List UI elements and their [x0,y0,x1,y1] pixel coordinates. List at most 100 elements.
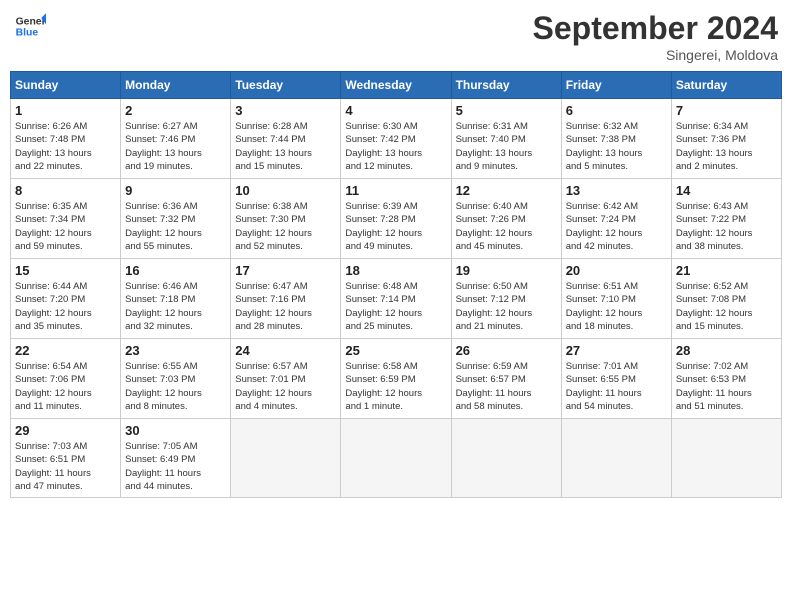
calendar-cell: 29 Sunrise: 7:03 AM Sunset: 6:51 PM Dayli… [11,419,121,498]
calendar-week-row: 22Sunrise: 6:54 AM Sunset: 7:06 PM Dayli… [11,339,782,419]
calendar-cell [231,419,341,498]
calendar-week-row: 1Sunrise: 6:26 AM Sunset: 7:48 PM Daylig… [11,99,782,179]
calendar-cell: 21 Sunrise: 6:52 AM Sunset: 7:08 PM Dayli… [671,259,781,339]
day-info: Sunrise: 6:47 AM Sunset: 7:16 PM Dayligh… [235,280,336,333]
day-info: Sunrise: 6:28 AM Sunset: 7:44 PM Dayligh… [235,120,336,173]
calendar-cell: 25Sunrise: 6:58 AM Sunset: 6:59 PM Dayli… [341,339,451,419]
day-number: 18 [345,263,446,278]
day-number: 21 [676,263,777,278]
day-info: Sunrise: 7:05 AM Sunset: 6:49 PM Dayligh… [125,440,226,493]
calendar-cell: 14 Sunrise: 6:43 AM Sunset: 7:22 PM Dayli… [671,179,781,259]
day-info: Sunrise: 6:27 AM Sunset: 7:46 PM Dayligh… [125,120,226,173]
calendar-cell: 17 Sunrise: 6:47 AM Sunset: 7:16 PM Dayli… [231,259,341,339]
weekday-header-friday: Friday [561,72,671,99]
calendar-cell [561,419,671,498]
day-info: Sunrise: 6:42 AM Sunset: 7:24 PM Dayligh… [566,200,667,253]
calendar-cell: 28 Sunrise: 7:02 AM Sunset: 6:53 PM Dayli… [671,339,781,419]
day-number: 19 [456,263,557,278]
day-number: 22 [15,343,116,358]
calendar-cell [671,419,781,498]
calendar-cell: 2 Sunrise: 6:27 AM Sunset: 7:46 PM Daylig… [121,99,231,179]
logo: General Blue General Blue [14,10,46,42]
day-number: 13 [566,183,667,198]
day-number: 5 [456,103,557,118]
day-info: Sunrise: 6:35 AM Sunset: 7:34 PM Dayligh… [15,200,116,253]
calendar-cell: 9 Sunrise: 6:36 AM Sunset: 7:32 PM Daylig… [121,179,231,259]
day-info: Sunrise: 7:01 AM Sunset: 6:55 PM Dayligh… [566,360,667,413]
day-number: 2 [125,103,226,118]
day-info: Sunrise: 6:39 AM Sunset: 7:28 PM Dayligh… [345,200,446,253]
month-title: September 2024 [533,10,778,47]
location: Singerei, Moldova [533,47,778,63]
weekday-header-saturday: Saturday [671,72,781,99]
calendar-cell: 24Sunrise: 6:57 AM Sunset: 7:01 PM Dayli… [231,339,341,419]
title-block: September 2024 Singerei, Moldova [533,10,778,63]
calendar-cell: 5Sunrise: 6:31 AM Sunset: 7:40 PM Daylig… [451,99,561,179]
day-info: Sunrise: 6:26 AM Sunset: 7:48 PM Dayligh… [15,120,116,173]
calendar-cell: 12Sunrise: 6:40 AM Sunset: 7:26 PM Dayli… [451,179,561,259]
day-number: 24 [235,343,336,358]
day-info: Sunrise: 7:02 AM Sunset: 6:53 PM Dayligh… [676,360,777,413]
day-number: 4 [345,103,446,118]
day-number: 26 [456,343,557,358]
calendar-cell: 18 Sunrise: 6:48 AM Sunset: 7:14 PM Dayli… [341,259,451,339]
day-number: 7 [676,103,777,118]
day-number: 20 [566,263,667,278]
day-info: Sunrise: 6:43 AM Sunset: 7:22 PM Dayligh… [676,200,777,253]
day-number: 23 [125,343,226,358]
day-info: Sunrise: 6:38 AM Sunset: 7:30 PM Dayligh… [235,200,336,253]
page-header: General Blue General Blue September 2024… [10,10,782,63]
calendar-cell: 4 Sunrise: 6:30 AM Sunset: 7:42 PM Daylig… [341,99,451,179]
weekday-header-thursday: Thursday [451,72,561,99]
calendar-cell: 6 Sunrise: 6:32 AM Sunset: 7:38 PM Daylig… [561,99,671,179]
calendar-table: SundayMondayTuesdayWednesdayThursdayFrid… [10,71,782,498]
day-number: 27 [566,343,667,358]
calendar-cell: 16Sunrise: 6:46 AM Sunset: 7:18 PM Dayli… [121,259,231,339]
day-number: 12 [456,183,557,198]
day-info: Sunrise: 6:50 AM Sunset: 7:12 PM Dayligh… [456,280,557,333]
day-number: 15 [15,263,116,278]
day-number: 9 [125,183,226,198]
weekday-header-tuesday: Tuesday [231,72,341,99]
calendar-week-row: 29 Sunrise: 7:03 AM Sunset: 6:51 PM Dayli… [11,419,782,498]
calendar-cell: 20Sunrise: 6:51 AM Sunset: 7:10 PM Dayli… [561,259,671,339]
weekday-header-wednesday: Wednesday [341,72,451,99]
day-info: Sunrise: 6:30 AM Sunset: 7:42 PM Dayligh… [345,120,446,173]
day-info: Sunrise: 6:34 AM Sunset: 7:36 PM Dayligh… [676,120,777,173]
day-info: Sunrise: 6:55 AM Sunset: 7:03 PM Dayligh… [125,360,226,413]
logo-icon: General Blue [14,10,46,42]
calendar-cell: 19 Sunrise: 6:50 AM Sunset: 7:12 PM Dayli… [451,259,561,339]
day-info: Sunrise: 6:32 AM Sunset: 7:38 PM Dayligh… [566,120,667,173]
calendar-cell: 15 Sunrise: 6:44 AM Sunset: 7:20 PM Dayli… [11,259,121,339]
day-number: 16 [125,263,226,278]
calendar-week-row: 15 Sunrise: 6:44 AM Sunset: 7:20 PM Dayli… [11,259,782,339]
calendar-cell: 23 Sunrise: 6:55 AM Sunset: 7:03 PM Dayli… [121,339,231,419]
day-number: 29 [15,423,116,438]
calendar-week-row: 8 Sunrise: 6:35 AM Sunset: 7:34 PM Daylig… [11,179,782,259]
day-number: 17 [235,263,336,278]
day-number: 3 [235,103,336,118]
day-info: Sunrise: 6:44 AM Sunset: 7:20 PM Dayligh… [15,280,116,333]
day-number: 28 [676,343,777,358]
calendar-cell: 3 Sunrise: 6:28 AM Sunset: 7:44 PM Daylig… [231,99,341,179]
calendar-cell: 8 Sunrise: 6:35 AM Sunset: 7:34 PM Daylig… [11,179,121,259]
calendar-cell: 10 Sunrise: 6:38 AM Sunset: 7:30 PM Dayli… [231,179,341,259]
svg-text:Blue: Blue [16,28,39,39]
weekday-header-sunday: Sunday [11,72,121,99]
day-info: Sunrise: 6:59 AM Sunset: 6:57 PM Dayligh… [456,360,557,413]
calendar-cell: 22Sunrise: 6:54 AM Sunset: 7:06 PM Dayli… [11,339,121,419]
day-info: Sunrise: 6:48 AM Sunset: 7:14 PM Dayligh… [345,280,446,333]
day-number: 14 [676,183,777,198]
day-info: Sunrise: 7:03 AM Sunset: 6:51 PM Dayligh… [15,440,116,493]
day-info: Sunrise: 6:36 AM Sunset: 7:32 PM Dayligh… [125,200,226,253]
day-info: Sunrise: 6:52 AM Sunset: 7:08 PM Dayligh… [676,280,777,333]
day-number: 10 [235,183,336,198]
calendar-cell: 7 Sunrise: 6:34 AM Sunset: 7:36 PM Daylig… [671,99,781,179]
day-number: 6 [566,103,667,118]
calendar-cell: 1Sunrise: 6:26 AM Sunset: 7:48 PM Daylig… [11,99,121,179]
calendar-cell [451,419,561,498]
day-info: Sunrise: 6:58 AM Sunset: 6:59 PM Dayligh… [345,360,446,413]
calendar-cell: 27 Sunrise: 7:01 AM Sunset: 6:55 PM Dayli… [561,339,671,419]
calendar-cell: 30Sunrise: 7:05 AM Sunset: 6:49 PM Dayli… [121,419,231,498]
day-number: 8 [15,183,116,198]
